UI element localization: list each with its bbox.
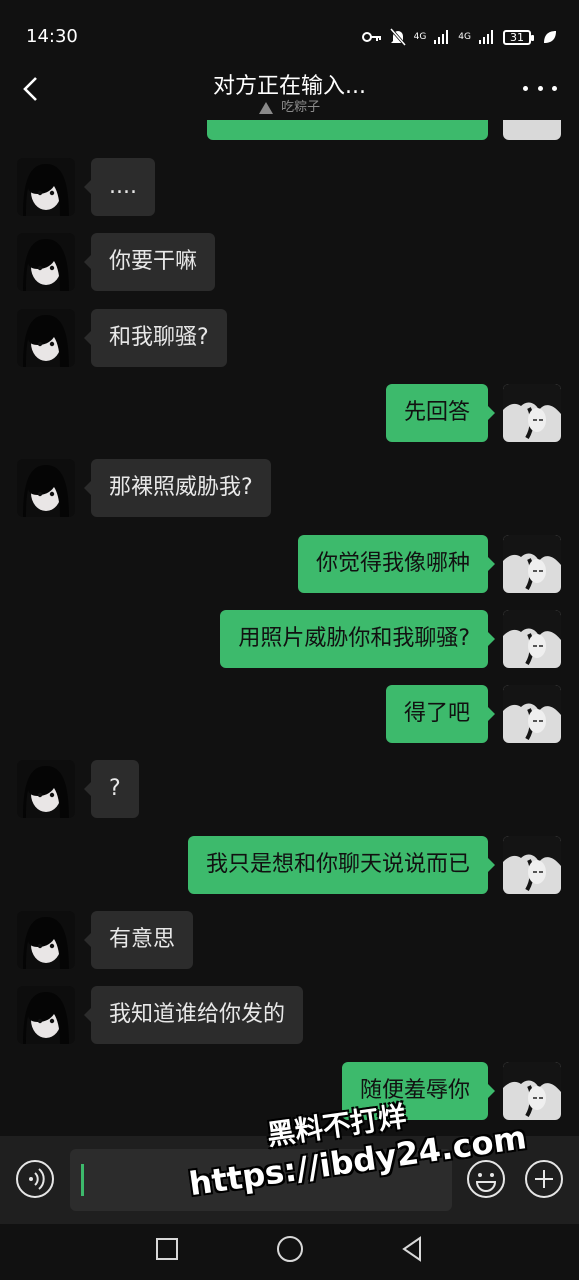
network-type-2: 4G: [458, 31, 471, 42]
avatar-self[interactable]: [503, 610, 561, 668]
message-bubble[interactable]: 和我聊骚?: [84, 309, 227, 367]
message-bubble[interactable]: 我只是想和你聊天说说而已: [187, 836, 496, 894]
status-icons: 4G 4G 31: [361, 26, 557, 48]
message-bubble[interactable]: 你要干嘛: [83, 233, 216, 291]
avatar-contact[interactable]: [17, 459, 75, 517]
mute-bell-icon: [389, 28, 406, 46]
message-row-incoming: ?: [0, 760, 579, 820]
message-bubble[interactable]: 用照片威胁你和我聊骚?: [220, 610, 495, 668]
chat-message-list[interactable]: .... 你要干嘛和我聊骚? 先回答那裸照威胁我? 你觉得我像哪种用照片威胁你和我聊骚…: [0, 120, 579, 1136]
voice-input-icon[interactable]: [15, 1159, 55, 1199]
message-row-outgoing: 我只是想和你聊天说说而已: [0, 836, 579, 896]
avatar-self[interactable]: [503, 120, 561, 140]
message-row-outgoing: 你觉得我像哪种: [0, 535, 579, 595]
message-bubble[interactable]: 那裸照威胁我?: [84, 459, 271, 517]
message-row-incoming: ....: [0, 158, 579, 218]
message-bubble[interactable]: ....: [84, 158, 155, 216]
system-nav-bar: [0, 1224, 579, 1280]
message-bubble[interactable]: 先回答: [385, 384, 496, 442]
more-options-button[interactable]: [523, 78, 557, 98]
signal-icon-2: [479, 30, 493, 44]
recent-apps-button[interactable]: [156, 1238, 178, 1260]
chat-subtitle: 吃粽子: [0, 96, 579, 115]
message-row-incoming: 那裸照威胁我?: [0, 459, 579, 519]
more-dot: [537, 85, 543, 91]
chat-header: 对方正在输入... 吃粽子: [0, 60, 579, 120]
message-bubble[interactable]: 我知道谁给你发的: [83, 986, 304, 1044]
message-row-incoming: 我知道谁给你发的: [0, 986, 579, 1046]
message-row-outgoing: 先回答: [0, 384, 579, 444]
message-bubble-partial[interactable]: [207, 120, 488, 140]
network-type-1: 4G: [413, 31, 427, 42]
avatar-contact[interactable]: [17, 233, 75, 291]
nav-back-button[interactable]: [400, 1236, 426, 1262]
message-bubble[interactable]: 得了吧: [385, 685, 496, 743]
message-row-incoming: 有意思: [0, 911, 579, 971]
leaf-icon: [544, 31, 556, 43]
signal-icon: [434, 30, 449, 44]
more-dot: [552, 85, 557, 91]
more-dot: [523, 85, 528, 91]
message-row-outgoing: 得了吧: [0, 685, 579, 745]
avatar-self[interactable]: [503, 384, 561, 442]
message-bubble[interactable]: ?: [84, 760, 139, 818]
text-cursor: [81, 1164, 84, 1196]
key-icon: [361, 32, 381, 42]
avatar-contact[interactable]: [17, 309, 75, 367]
avatar-contact[interactable]: [17, 760, 75, 818]
message-row-incoming: 你要干嘛: [0, 233, 579, 293]
avatar-self[interactable]: [503, 836, 561, 894]
avatar-self[interactable]: [503, 535, 561, 593]
avatar-self[interactable]: [503, 685, 561, 743]
avatar-contact[interactable]: [17, 911, 75, 969]
message-row-outgoing: 用照片威胁你和我聊骚?: [0, 610, 579, 670]
subtitle-text: 吃粽子: [281, 100, 321, 115]
status-time: 14:30: [26, 26, 78, 47]
avatar-contact[interactable]: [17, 158, 75, 216]
message-row-incoming: 和我聊骚?: [0, 309, 579, 369]
battery-indicator: 31: [503, 29, 534, 45]
status-icon: [258, 101, 273, 114]
home-button[interactable]: [277, 1236, 303, 1262]
message-bubble[interactable]: 你觉得我像哪种: [297, 535, 496, 593]
message-bubble[interactable]: 有意思: [83, 911, 194, 969]
avatar-contact[interactable]: [17, 986, 75, 1044]
